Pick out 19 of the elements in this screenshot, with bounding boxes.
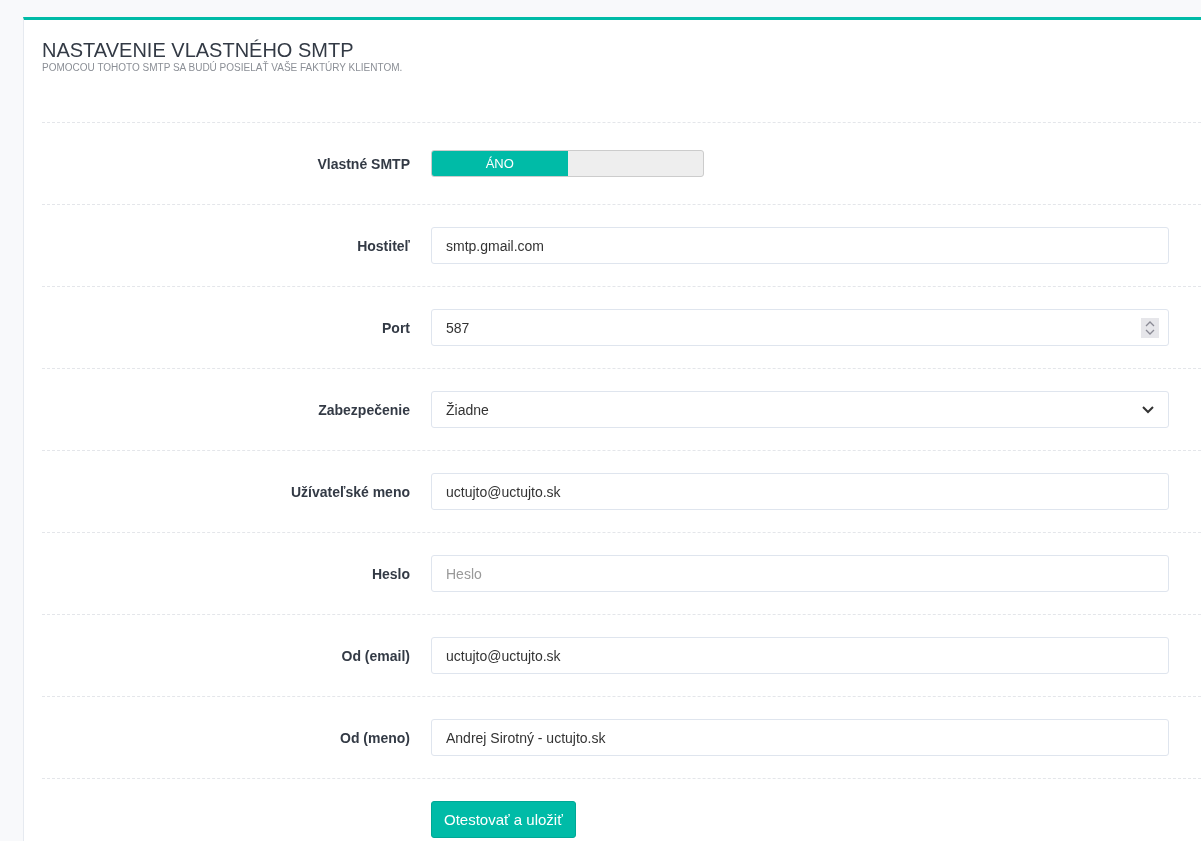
field-label: Od (meno)	[339, 729, 410, 746]
chevron-down-icon	[1142, 405, 1154, 414]
password-field[interactable]: Heslo	[431, 555, 1169, 592]
text-field[interactable]: uctujto@uctujto.sk	[431, 637, 1169, 674]
card-subtitle: POMOCOU TOHOTO SMTP SA BUDÚ POSIELAŤ VAŠE FAKTÚRY KLIENTOM.	[42, 62, 404, 74]
card-title: NASTAVENIE VLASTNÉHO SMTP	[42, 38, 355, 61]
field-label: Užívateľské meno	[290, 483, 410, 500]
text-field[interactable]: smtp.gmail.com	[431, 227, 1169, 264]
field-label: Zabezpečenie	[317, 401, 410, 418]
spinner-icon[interactable]	[1141, 317, 1159, 338]
field-label: Od (email)	[340, 647, 410, 664]
field-label: Heslo	[370, 565, 410, 582]
field-label: Hostiteľ	[356, 237, 410, 254]
number-field[interactable]: 587	[431, 309, 1169, 346]
text-field[interactable]: Andrej Sirotný - uctujto.sk	[431, 719, 1169, 756]
text-field[interactable]: uctujto@uctujto.sk	[431, 473, 1169, 510]
field-label: Port	[381, 319, 410, 336]
select-dropdown[interactable]: Žiadne	[431, 391, 1169, 428]
field-label: Vlastné SMTP	[316, 155, 410, 172]
